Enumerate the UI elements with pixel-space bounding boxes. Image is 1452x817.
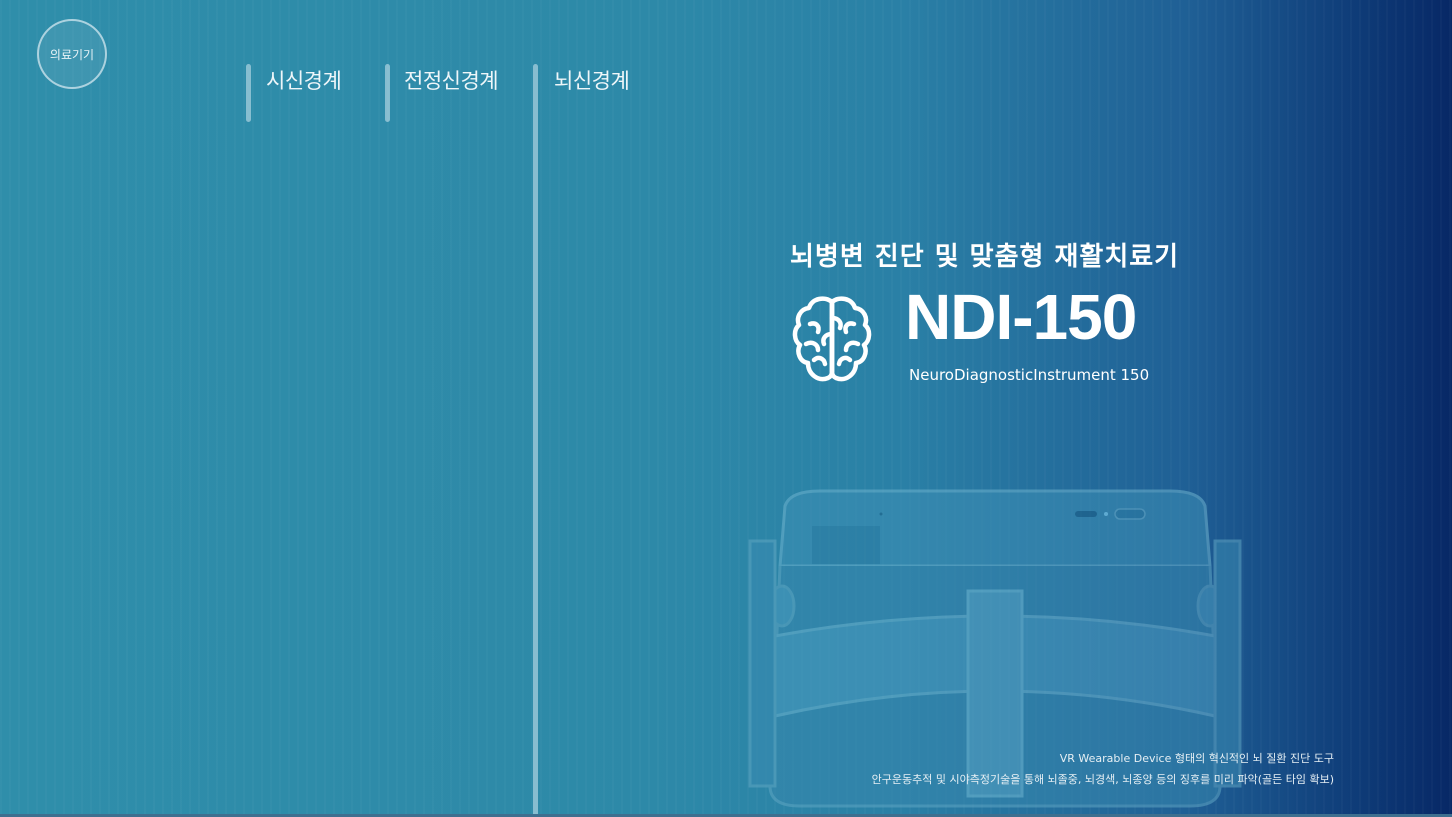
description-line-2: 안구운동추적 및 시야측정기술을 통해 뇌졸중, 뇌경색, 뇌종양 등의 징후를… bbox=[871, 773, 1334, 786]
nav-divider bbox=[246, 64, 251, 122]
product-name: NDI-150 bbox=[905, 281, 1137, 353]
medical-device-badge[interactable]: 의료기기 bbox=[37, 19, 107, 89]
nav-divider-active bbox=[533, 64, 538, 817]
nav-item-label: 뇌신경계 bbox=[554, 69, 630, 93]
description-line-1: VR Wearable Device 형태의 혁신적인 뇌 질환 진단 도구 bbox=[1059, 752, 1334, 765]
nav-divider bbox=[385, 64, 390, 122]
nav-item-label: 시신경계 bbox=[266, 69, 342, 93]
brain-icon bbox=[792, 296, 872, 382]
hero-headline: 뇌병변 진단 및 맞춤형 재활치료기 bbox=[790, 242, 1180, 272]
badge-label: 의료기기 bbox=[49, 47, 95, 62]
vr-headset-image bbox=[748, 489, 1242, 808]
product-fullname: NeuroDiagnosticInstrument 150 bbox=[909, 366, 1150, 384]
nav-item-label: 전정신경계 bbox=[404, 69, 499, 93]
